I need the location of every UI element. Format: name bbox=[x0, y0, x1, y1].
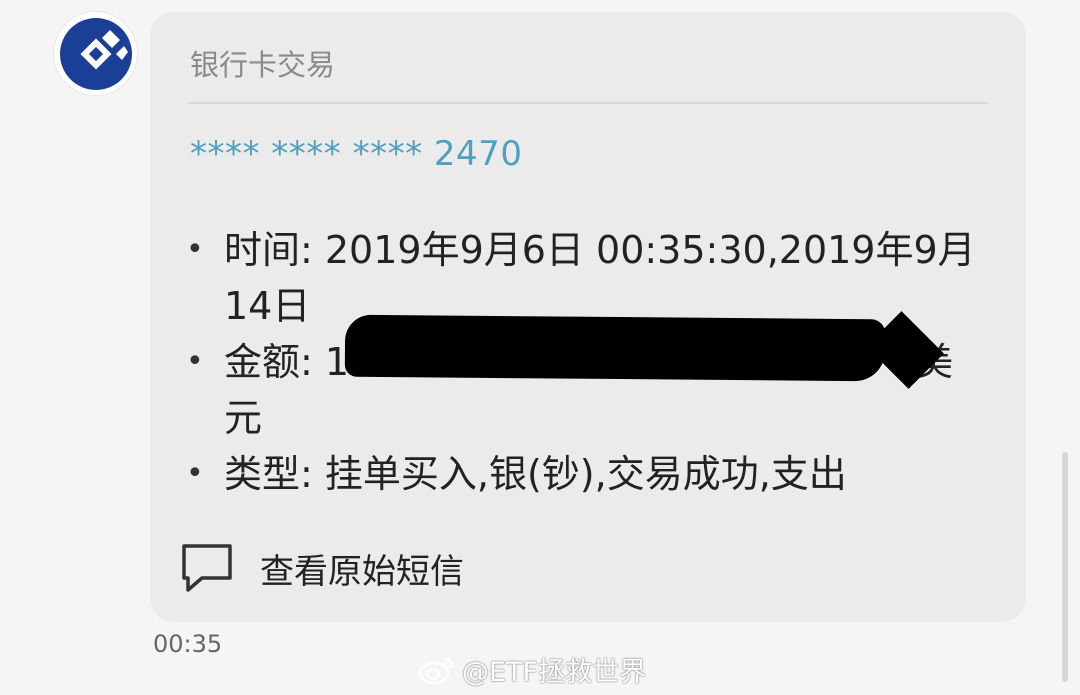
message-timestamp: 00:35 bbox=[153, 630, 223, 658]
message-screen: 银行卡交易 **** **** **** 2470 • 时间: 2019年9月6… bbox=[0, 0, 1080, 695]
ccb-bank-logo-icon bbox=[59, 17, 132, 90]
divider bbox=[188, 102, 988, 104]
detail-type-text: 类型: 挂单买入,银(钞),交易成功,支出 bbox=[224, 452, 847, 496]
card-title: 银行卡交易 bbox=[190, 48, 336, 82]
watermark-text: @ETF拯救世界 bbox=[462, 657, 647, 688]
scrollbar[interactable] bbox=[1062, 452, 1068, 682]
view-original-label: 查看原始短信 bbox=[260, 551, 464, 592]
card-number[interactable]: **** **** **** 2470 bbox=[190, 134, 522, 174]
bullet-icon: • bbox=[186, 456, 204, 491]
bullet-icon: • bbox=[186, 232, 204, 267]
detail-time-text: 时间: 2019年9月6日 00:35:30,2019年9月14日 bbox=[224, 228, 976, 328]
bullet-icon: • bbox=[186, 344, 204, 379]
message-bubble-icon bbox=[182, 544, 232, 592]
view-original-button[interactable]: 查看原始短信 bbox=[180, 542, 464, 594]
redaction-mark bbox=[344, 314, 886, 382]
watermark: @ETF拯救世界 bbox=[418, 650, 646, 689]
detail-amount-text: 金额: 1 bbox=[224, 340, 350, 384]
bank-avatar[interactable] bbox=[54, 12, 137, 95]
weibo-icon bbox=[418, 657, 454, 684]
detail-item-type: • 类型: 挂单买入,银(钞),交易成功,支出 bbox=[178, 446, 978, 502]
transaction-card[interactable]: 银行卡交易 **** **** **** 2470 • 时间: 2019年9月6… bbox=[150, 12, 1026, 622]
